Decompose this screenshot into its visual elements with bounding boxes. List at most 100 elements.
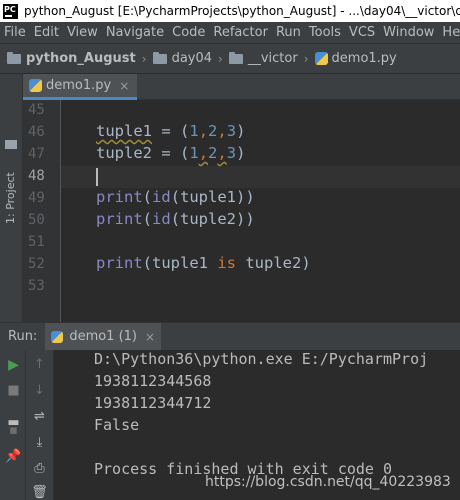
run-tab-label: demo1 (1) [69, 329, 137, 344]
code-token: is [217, 254, 236, 272]
menu-refactor[interactable]: Refactor [209, 25, 272, 40]
close-icon[interactable]: × [145, 330, 155, 344]
code-token: tuple2) [236, 254, 311, 272]
code-line-47: tuple2 = (1,2,3) [96, 144, 245, 162]
project-folder-icon[interactable] [5, 140, 17, 149]
rerun-icon[interactable]: ▶ [5, 356, 22, 373]
code-token: 1 [189, 144, 199, 162]
code-token: = [152, 144, 180, 162]
code-line-49: print(id(tuple1)) [96, 188, 255, 206]
code-token: , [217, 122, 227, 140]
run-panel-title: Run: [8, 329, 38, 344]
menu-navigate[interactable]: Navigate [102, 25, 168, 40]
console-line: D:\Python36\python.exe E:/PycharmProj [94, 350, 429, 368]
code-token: id [152, 188, 171, 206]
code-token: ) [236, 144, 246, 162]
pycharm-logo-icon: PC [3, 3, 18, 19]
line-number-gutter: 45 46 47 48 49 50 51 52 53 [23, 100, 61, 322]
text-caret [96, 168, 98, 186]
console-line: False [94, 416, 140, 434]
code-token: ) [236, 122, 246, 140]
folder-icon [228, 51, 243, 64]
stop-icon[interactable]: ■ [5, 382, 22, 399]
menu-window[interactable]: Window [379, 25, 438, 40]
menu-tools[interactable]: Tools [305, 25, 345, 40]
line-number: 53 [28, 278, 45, 294]
code-token: (tuple1 [142, 254, 218, 272]
arrow-up-icon[interactable]: ↑ [31, 356, 48, 373]
code-token: tuple1 [96, 122, 152, 140]
layout-icon-secondary[interactable]: ▪ [5, 422, 22, 439]
code-line-52: print(tuple1 is tuple2) [96, 254, 311, 272]
code-token: 1 [189, 122, 199, 140]
line-number: 49 [28, 190, 45, 206]
line-number: 52 [28, 256, 45, 272]
line-number: 47 [28, 146, 45, 162]
code-token: print [96, 188, 143, 206]
code-token: tuple2 [96, 144, 152, 162]
breadcrumb-day04[interactable]: day04 [152, 51, 213, 66]
scroll-to-end-icon[interactable]: ⤓ [31, 434, 48, 451]
code-token: ( [142, 188, 153, 206]
code-token: = [152, 122, 180, 140]
window-title: python_August [E:\PycharmProjects\python… [24, 4, 460, 18]
code-token: 3 [226, 144, 237, 162]
pin-icon[interactable]: 📌 [5, 448, 22, 465]
run-panel-header: Run: demo1 (1) × [0, 322, 460, 351]
line-number-current: 48 [28, 168, 45, 184]
tab-demo1[interactable]: demo1.py × [23, 74, 138, 100]
menu-edit[interactable]: Edit [30, 25, 63, 40]
menu-vcs[interactable]: VCS [345, 25, 379, 40]
menu-view[interactable]: View [63, 25, 102, 40]
line-number: 45 [28, 102, 45, 118]
code-line-50: print(id(tuple2)) [96, 210, 255, 228]
project-tool-button[interactable]: 1: Project [4, 172, 17, 224]
print-icon[interactable]: ⎙ [31, 460, 48, 477]
python-run-config-icon [51, 330, 64, 343]
breadcrumb-project[interactable]: python_August [7, 51, 136, 66]
menu-bar: File Edit View Navigate Code Refactor Ru… [0, 22, 460, 44]
breadcrumb-day04-label: day04 [171, 51, 213, 66]
project-tool-strip: 1: Project [0, 74, 23, 322]
menu-code[interactable]: Code [168, 25, 209, 40]
code-line-46: tuple1 = (1,2,3) [96, 122, 245, 140]
code-token: 2 [208, 122, 218, 140]
code-token: , [198, 122, 209, 140]
trash-icon[interactable]: 🗑 [31, 484, 48, 500]
code-token: , [198, 144, 209, 162]
folder-icon [7, 51, 21, 64]
window-title-bar: PC python_August [E:\PycharmProjects\pyt… [0, 0, 460, 22]
code-token: print [96, 210, 143, 228]
code-editor[interactable]: 45 46 47 48 49 50 51 52 53 tuple1 = (1,2… [23, 100, 460, 322]
run-toolbar-primary: ▶ ■ ▬ ▪ 📌 [0, 350, 26, 500]
code-token: , [217, 144, 227, 162]
current-line-highlight [61, 166, 460, 188]
breadcrumb-victor[interactable]: __victor [228, 51, 298, 66]
line-number: 51 [28, 234, 45, 250]
menu-help[interactable]: He [438, 25, 460, 40]
breadcrumb-victor-label: __victor [247, 51, 298, 66]
code-token: (tuple2)) [170, 210, 255, 228]
run-toolbar-secondary: ↑ ↓ ⇌ ⤓ ⎙ 🗑 [26, 350, 54, 500]
code-token: print [96, 254, 143, 272]
breadcrumb-file-label: demo1.py [331, 51, 397, 66]
chevron-right-icon: › [141, 51, 147, 66]
code-token: 2 [208, 144, 218, 162]
line-number: 46 [28, 124, 45, 140]
python-file-icon [314, 52, 328, 65]
code-token: ( [180, 122, 190, 140]
console-line: 1938112344568 [94, 372, 212, 390]
soft-wrap-icon[interactable]: ⇌ [31, 408, 48, 425]
menu-run[interactable]: Run [272, 25, 305, 40]
folder-icon [152, 51, 167, 64]
close-icon[interactable]: × [119, 79, 129, 93]
console-line: 1938112344712 [94, 394, 212, 412]
run-tab-demo1[interactable]: demo1 (1) × [45, 322, 162, 351]
arrow-down-icon[interactable]: ↓ [31, 382, 48, 399]
menu-file[interactable]: File [0, 25, 30, 40]
breadcrumb-file[interactable]: demo1.py [314, 51, 397, 66]
python-file-icon [29, 79, 42, 92]
breadcrumb: python_August › day04 › __victor › demo1… [0, 44, 460, 74]
code-token: (tuple1)) [170, 188, 255, 206]
watermark: https://blog.csdn.net/qq_40223983 [205, 474, 451, 490]
